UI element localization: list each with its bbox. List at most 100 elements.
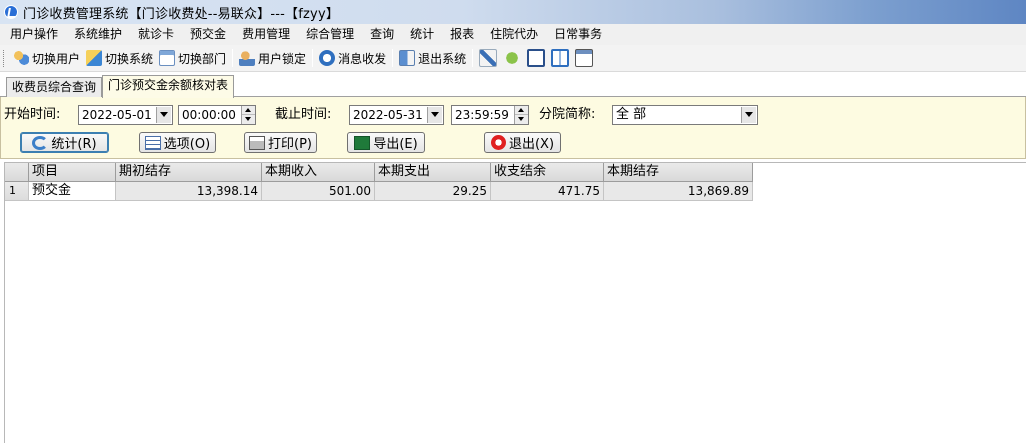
tab-cashier-query[interactable]: 收费员综合查询 xyxy=(6,77,103,97)
balance-table: 项目 期初结存 本期收入 本期支出 收支结余 本期结存 1 预交金 13,398… xyxy=(4,162,1026,443)
printer-icon xyxy=(249,135,265,150)
switch-department-button[interactable]: 切换部门 xyxy=(156,47,229,69)
print-button[interactable]: 打印(P) xyxy=(244,132,317,153)
menu-fee-management[interactable]: 费用管理 xyxy=(234,24,298,45)
toolbar-grip[interactable] xyxy=(3,49,6,67)
exit-system-button[interactable]: 退出系统 xyxy=(396,47,469,69)
edit-icon[interactable] xyxy=(479,49,498,67)
switch-user-button[interactable]: 切换用户 xyxy=(10,47,83,69)
stats-button-label: 统计(R) xyxy=(51,137,97,152)
end-date-value: 2022-05-31 xyxy=(353,108,423,122)
checkbox-icon[interactable] xyxy=(527,49,546,67)
toolbar-separator xyxy=(472,49,474,67)
menu-system-maintenance[interactable]: 系统维护 xyxy=(66,24,130,45)
branch-label: 分院简称: xyxy=(539,107,596,122)
start-date-value: 2022-05-01 xyxy=(82,108,152,122)
list-options-icon xyxy=(144,135,161,150)
column-header-balance[interactable]: 收支结余 xyxy=(491,163,604,182)
toolbar: 切换用户 切换系统 切换部门 用户锁定 消息收发 退出系统 xyxy=(0,45,1026,72)
messages-label: 消息收发 xyxy=(338,51,387,66)
exit-button[interactable]: 退出(X) xyxy=(484,132,561,153)
tab-strip: 收费员综合查询 门诊预交金余额核对表 xyxy=(0,75,1026,98)
options-button[interactable]: 选项(O) xyxy=(139,132,216,153)
toolbar-separator xyxy=(312,49,314,67)
columns-icon[interactable] xyxy=(551,49,570,67)
start-time-label: 开始时间: xyxy=(4,107,61,122)
switch-user-label: 切换用户 xyxy=(32,51,81,66)
end-time-spinner[interactable] xyxy=(514,106,528,124)
cell-closing[interactable]: 13,869.89 xyxy=(604,182,753,201)
lock-user-button[interactable]: 用户锁定 xyxy=(236,47,309,69)
column-header-income[interactable]: 本期收入 xyxy=(262,163,375,182)
start-date-picker[interactable]: 2022-05-01 xyxy=(78,105,173,125)
branch-select[interactable]: 全 部 xyxy=(612,105,758,125)
options-button-label: 选项(O) xyxy=(163,137,211,152)
menu-query[interactable]: 查询 xyxy=(362,24,402,45)
chevron-down-icon[interactable] xyxy=(156,107,171,123)
column-header-opening[interactable]: 期初结存 xyxy=(116,163,262,182)
menu-inpatient-agency[interactable]: 住院代办 xyxy=(482,24,546,45)
lock-user-label: 用户锁定 xyxy=(258,51,307,66)
tab-prepayment-balance-check[interactable]: 门诊预交金余额核对表 xyxy=(102,75,235,98)
exit-door-icon xyxy=(399,50,416,66)
spin-down-icon[interactable] xyxy=(515,115,528,124)
cell-opening[interactable]: 13,398.14 xyxy=(116,182,262,201)
spin-up-icon[interactable] xyxy=(242,106,255,115)
end-time-input[interactable]: 23:59:59 xyxy=(451,105,529,125)
cell-income[interactable]: 501.00 xyxy=(262,182,375,201)
window-title: 门诊收费管理系统【门诊收费处--易联众】---【fzyy】 xyxy=(23,6,340,22)
cell-item[interactable]: 预交金 xyxy=(29,182,116,201)
switch-system-label: 切换系统 xyxy=(105,51,154,66)
toolbar-separator xyxy=(392,49,394,67)
menu-visit-card[interactable]: 就诊卡 xyxy=(130,24,182,45)
table-header: 项目 期初结存 本期收入 本期支出 收支结余 本期结存 xyxy=(5,163,753,182)
power-icon xyxy=(490,135,506,150)
stats-button[interactable]: 统计(R) xyxy=(20,132,109,153)
row-number: 1 xyxy=(5,182,29,201)
filter-panel: 开始时间: 2022-05-01 00:00:00 截止时间: 2022-05-… xyxy=(0,97,1026,159)
start-time-value: 00:00:00 xyxy=(182,108,236,122)
print-button-label: 打印(P) xyxy=(268,137,312,152)
exit-button-label: 退出(X) xyxy=(508,137,555,152)
end-time-value: 23:59:59 xyxy=(455,108,509,122)
menu-bar: 用户操作 系统维护 就诊卡 预交金 费用管理 综合管理 查询 统计 报表 住院代… xyxy=(0,24,1026,45)
column-header-expense[interactable]: 本期支出 xyxy=(375,163,491,182)
table-row[interactable]: 1 预交金 13,398.14 501.00 29.25 471.75 13,8… xyxy=(5,182,753,201)
menu-prepayment[interactable]: 预交金 xyxy=(182,24,234,45)
start-time-input[interactable]: 00:00:00 xyxy=(178,105,256,125)
menu-statistics[interactable]: 统计 xyxy=(402,24,442,45)
toolbar-separator xyxy=(232,49,234,67)
window-icon[interactable] xyxy=(575,49,594,67)
menu-user-operations[interactable]: 用户操作 xyxy=(2,24,66,45)
chevron-down-icon[interactable] xyxy=(427,107,442,123)
switch-department-label: 切换部门 xyxy=(178,51,227,66)
spin-up-icon[interactable] xyxy=(515,106,528,115)
cell-expense[interactable]: 29.25 xyxy=(375,182,491,201)
messages-button[interactable]: 消息收发 xyxy=(316,47,389,69)
menu-daily-affairs[interactable]: 日常事务 xyxy=(546,24,610,45)
column-header-item[interactable]: 项目 xyxy=(29,163,116,182)
chevron-down-icon[interactable] xyxy=(741,107,756,123)
title-bar: 门诊收费管理系统【门诊收费处--易联众】---【fzyy】 xyxy=(0,0,1026,24)
export-button[interactable]: 导出(E) xyxy=(347,132,425,153)
branch-value: 全 部 xyxy=(616,107,647,122)
excel-icon xyxy=(354,135,371,150)
menu-general-management[interactable]: 综合管理 xyxy=(298,24,362,45)
switch-system-button[interactable]: 切换系统 xyxy=(83,47,156,69)
exit-system-label: 退出系统 xyxy=(418,51,467,66)
spin-down-icon[interactable] xyxy=(242,115,255,124)
refresh-icon xyxy=(32,135,49,150)
start-time-spinner[interactable] xyxy=(241,106,255,124)
column-header-rownum xyxy=(5,163,29,182)
users-icon xyxy=(13,50,29,66)
end-time-label: 截止时间: xyxy=(275,107,332,122)
calendar-icon xyxy=(159,50,176,66)
menu-reports[interactable]: 报表 xyxy=(442,24,482,45)
end-date-picker[interactable]: 2022-05-31 xyxy=(349,105,444,125)
yen-icon[interactable] xyxy=(503,49,522,67)
user-lock-icon xyxy=(239,50,256,66)
app-logo-icon xyxy=(4,5,18,19)
cell-balance[interactable]: 471.75 xyxy=(491,182,604,201)
export-button-label: 导出(E) xyxy=(373,137,418,152)
column-header-closing[interactable]: 本期结存 xyxy=(604,163,753,182)
